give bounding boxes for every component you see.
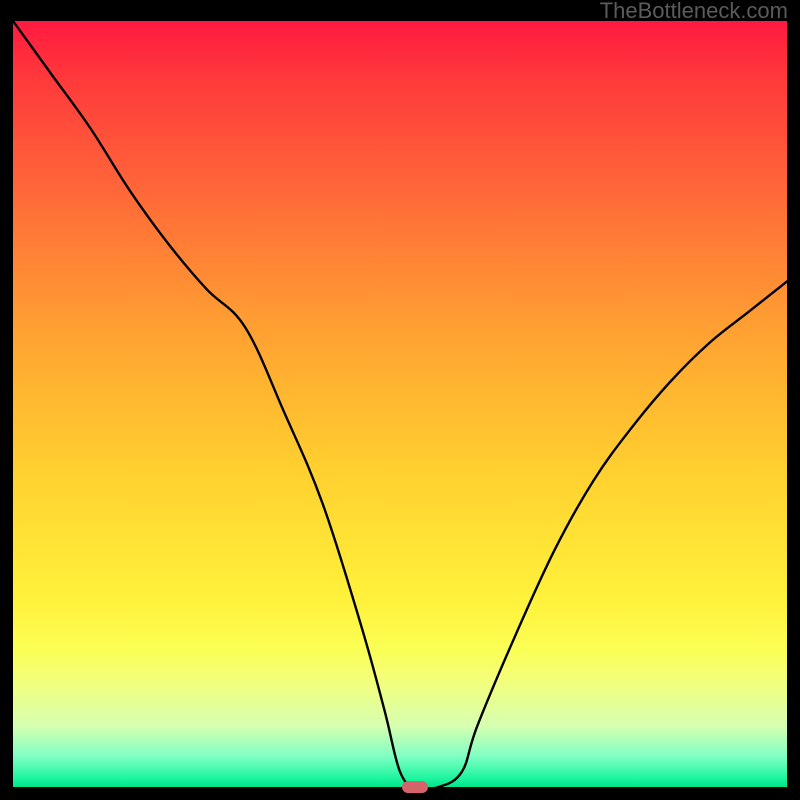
optimum-marker	[402, 781, 428, 793]
watermark-text: TheBottleneck.com	[600, 0, 788, 22]
bottleneck-curve	[13, 21, 787, 787]
chart-frame: TheBottleneck.com	[0, 0, 800, 800]
chart-plot-area	[13, 21, 787, 787]
